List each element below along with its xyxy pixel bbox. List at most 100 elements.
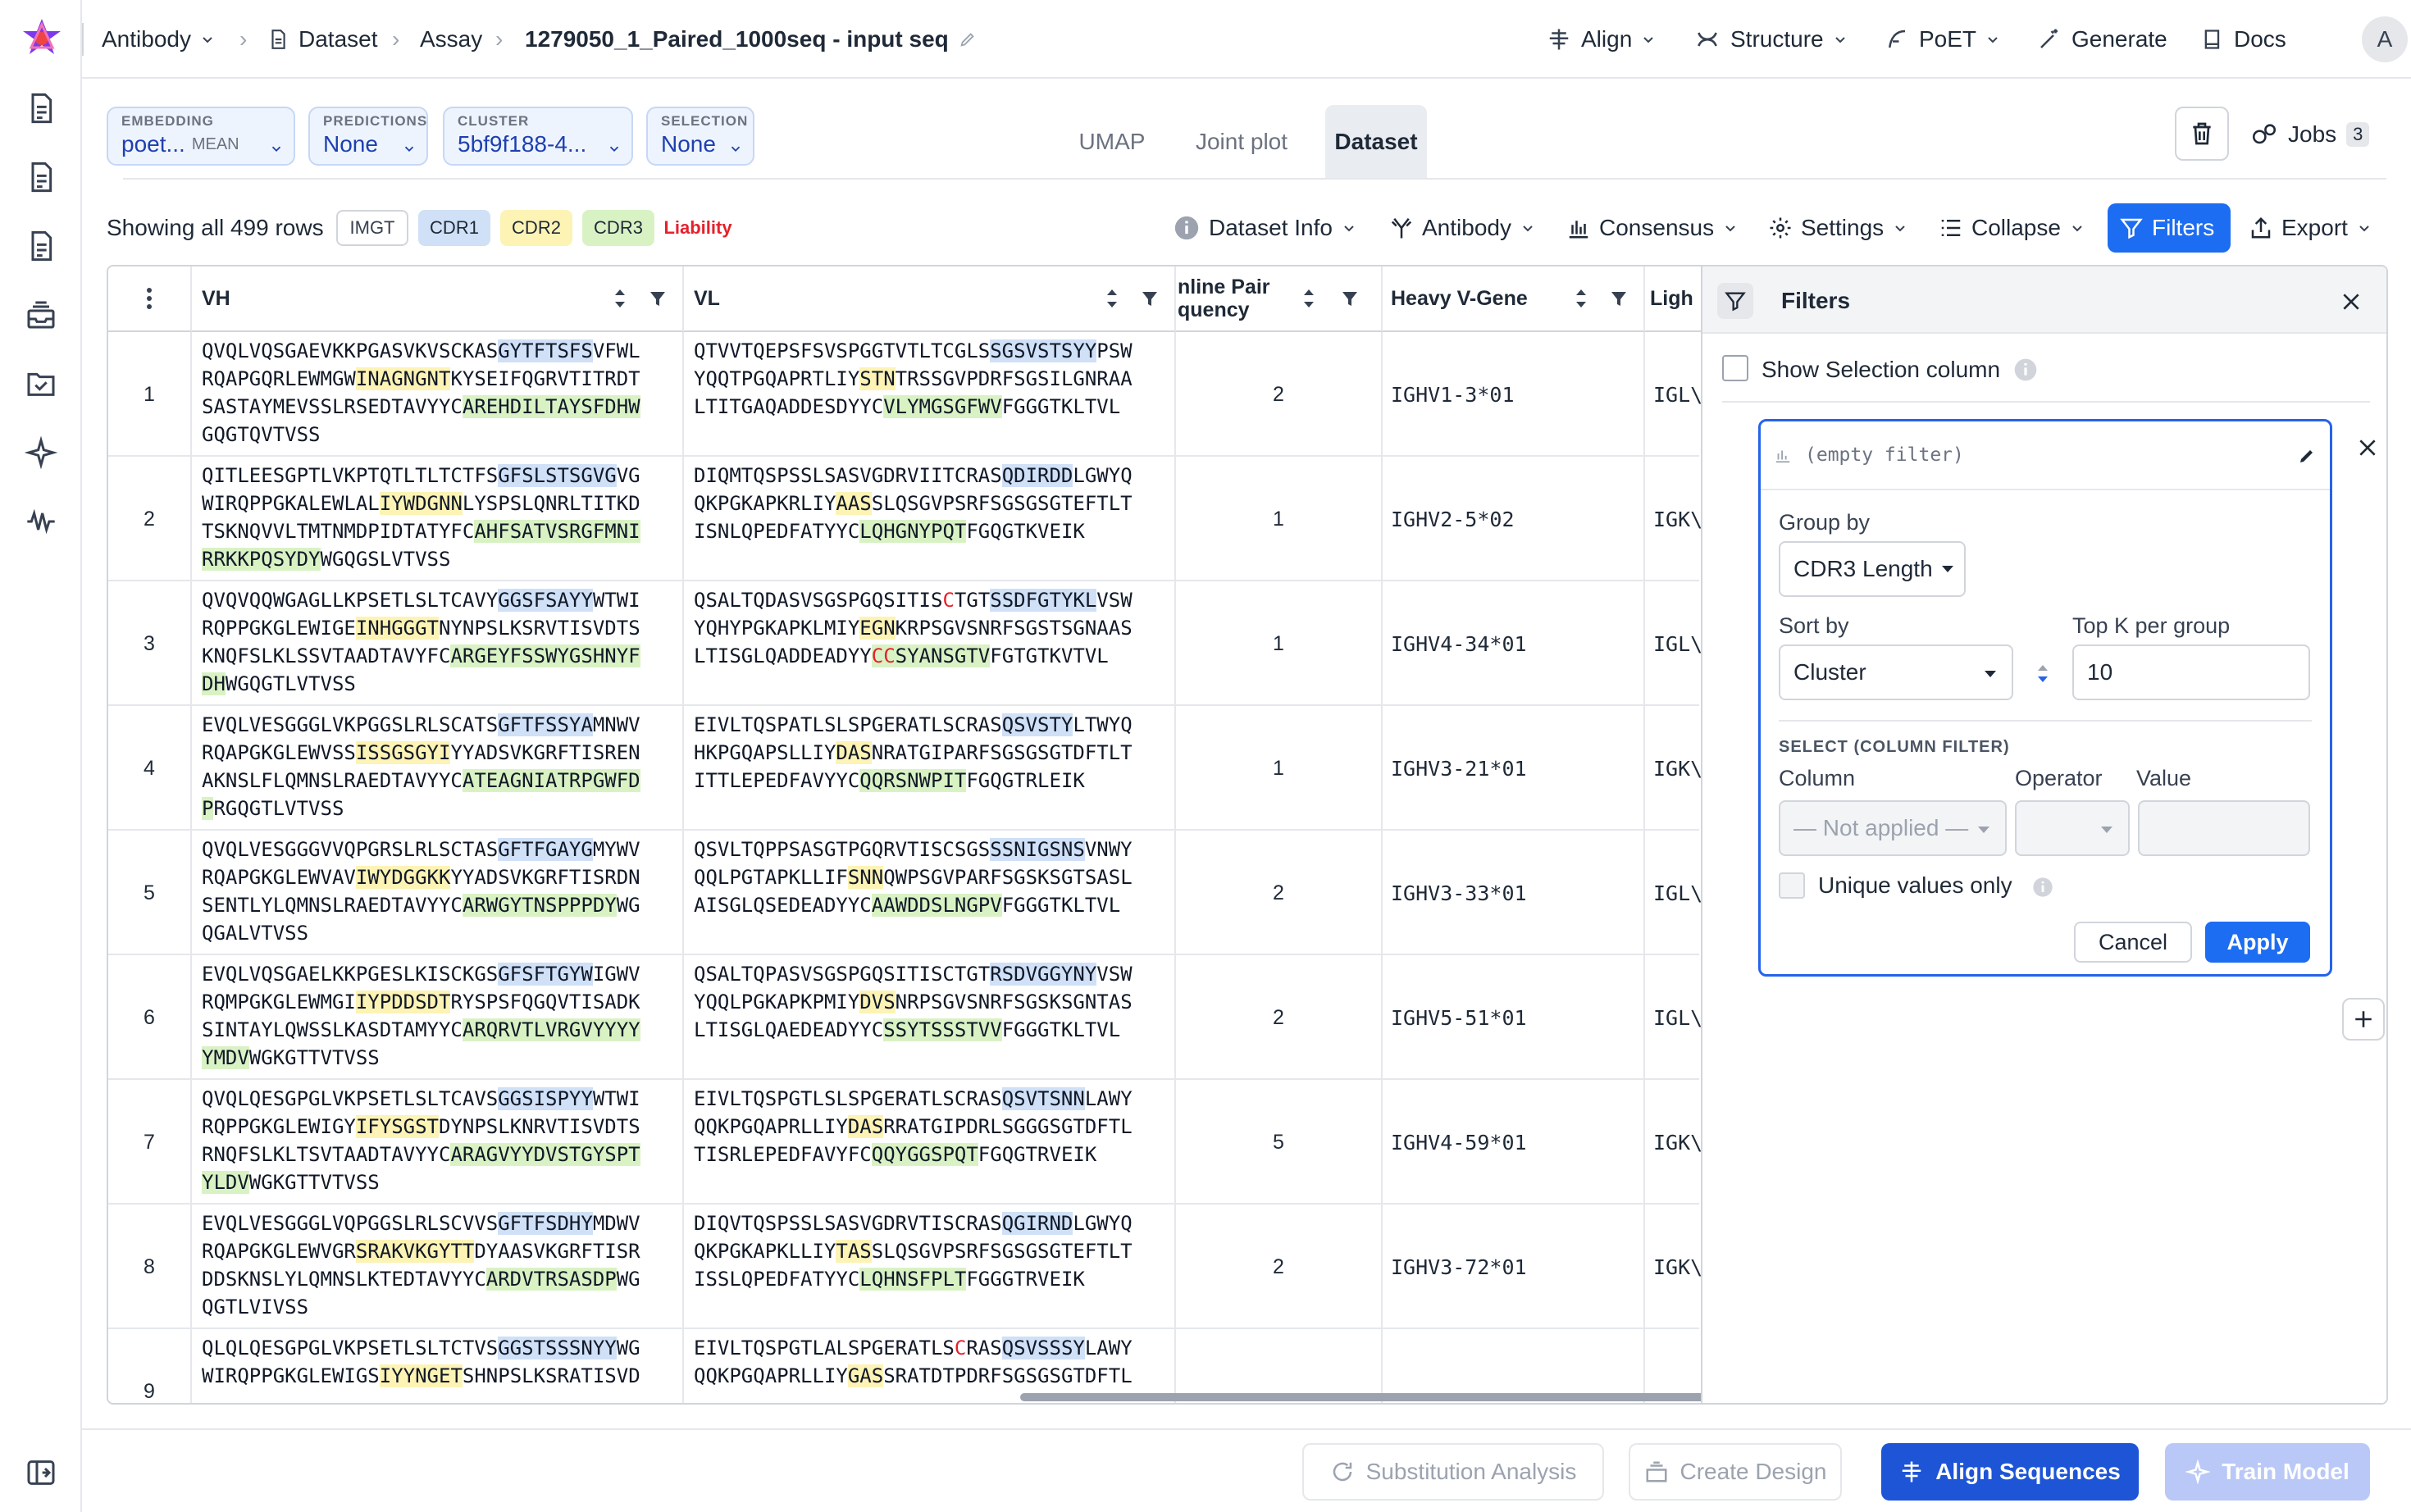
cell-vh[interactable]: EVQLVESGGGLVKPGGSLRLSCATSGFTFSSYAMNWV RQA… [192,706,684,831]
cell-heavy-v-gene[interactable]: IGHV3-72*01 [1383,1205,1645,1329]
cell-heavy-v-gene[interactable]: IGHV5-51*01 [1383,955,1645,1080]
operator-select[interactable] [2015,800,2130,856]
sort-by-select[interactable]: Cluster [1779,644,2013,700]
table-row[interactable]: 2 QITLEESGPTLVKPTQTLTLTCTFSGFSLSTSGVGVG WI… [108,457,1702,581]
nav-structure[interactable]: Structure [1694,0,1858,79]
waveform-icon[interactable] [25,505,57,538]
cell-vh[interactable]: QITLEESGPTLVKPTQTLTLTCTFSGFSLSTSGVGVG WIR… [192,457,684,581]
substitution-analysis-button[interactable]: Substitution Analysis [1302,1443,1604,1501]
cell-pair-frequency[interactable]: 5 [1176,1080,1383,1205]
dataset-info-button[interactable]: Dataset Info [1173,203,1365,253]
jobs-button[interactable]: Jobs 3 [2250,95,2370,174]
breadcrumb-antibody[interactable]: Antibody [102,0,226,79]
table-row[interactable]: 4 EVQLVESGGGLVKPGGSLRLSCATSGFTFSSYAMNWV RQ… [108,706,1702,831]
sort-icon[interactable] [612,286,628,311]
breadcrumb-assay[interactable]: Assay [420,0,482,79]
cell-vh[interactable]: QVQLVQSGAEVKKPGASVKVSCKASGYTFTSFSVFWL RQA… [192,332,684,457]
unique-values-checkbox[interactable] [1779,872,1805,899]
create-design-button[interactable]: Create Design [1629,1443,1842,1501]
cell-vh[interactable]: QLQLQESGPGLVKPSETLSLTCTVSGGSTSSSNYYWG WIR… [192,1329,684,1403]
cell-vh[interactable]: QVQLQESGPGLVKPSETLSLTCAVSGGSISPYYWTWI RQP… [192,1080,684,1205]
cell-light[interactable]: IGL\ [1645,581,1702,706]
consensus-button[interactable]: Consensus [1566,203,1747,253]
table-row[interactable]: 1 QVQLVQSGAEVKKPGASVKVSCKASGYTFTSFSVFWL RQ… [108,332,1702,457]
cell-heavy-v-gene[interactable]: IGHV4-59*01 [1383,1080,1645,1205]
delete-button[interactable] [2175,107,2229,161]
cell-vl[interactable]: QSVLTQPPSASGTPGQRVTISCSGSSSNIGSNSVNWY QQL… [684,831,1176,955]
sort-icon[interactable] [1104,286,1120,311]
header-heavy-v-gene[interactable]: Heavy V-Gene [1383,266,1645,332]
align-sequences-button[interactable]: Align Sequences [1881,1443,2139,1501]
cell-vh[interactable]: EVQLVESGGGLVQPGGSLRLSCVVSGFTFSDHYMDWV RQA… [192,1205,684,1329]
row-index[interactable]: 3 [108,581,192,706]
cluster-select[interactable]: CLUSTER 5bf9f188-4... [443,107,633,166]
close-icon[interactable] [2340,291,2362,312]
tag-cdr1[interactable]: CDR1 [418,210,490,246]
sort-icon[interactable] [1301,286,1317,311]
cell-pair-frequency[interactable]: 1 [1176,706,1383,831]
selection-select[interactable]: SELECTION None [646,107,754,166]
pencil-icon[interactable] [2297,446,2317,466]
folder-check-icon[interactable] [25,367,57,400]
cell-vl[interactable]: QSALTQPASVSGSPGQSITISCTGTRSDVGGYNYVSW YQQ… [684,955,1176,1080]
breadcrumb-dataset[interactable]: Dataset [267,0,378,79]
row-index[interactable]: 1 [108,332,192,457]
tag-cdr3[interactable]: CDR3 [582,210,654,246]
row-index[interactable]: 8 [108,1205,192,1329]
nav-align[interactable]: Align [1547,0,1666,79]
cell-vl[interactable]: QTVVTQEPSFSVSPGGTVTLTCGLSSGSVSTSYYPSW YQQ… [684,332,1176,457]
cell-pair-frequency[interactable]: 2 [1176,332,1383,457]
apply-button[interactable]: Apply [2205,922,2310,963]
cell-light[interactable]: IGL\ [1645,332,1702,457]
cell-light[interactable]: IGK\ [1645,1080,1702,1205]
cell-pair-frequency[interactable]: 1 [1176,457,1383,581]
row-index[interactable]: 9 [108,1329,192,1403]
nav-poet[interactable]: PoET [1885,0,2011,79]
filter-icon[interactable] [1140,286,1160,311]
train-model-button[interactable]: Train Model [2165,1443,2370,1501]
filter-icon[interactable] [648,286,668,311]
add-filter-button[interactable] [2342,998,2385,1041]
row-index[interactable]: 6 [108,955,192,1080]
value-input[interactable] [2138,800,2310,856]
cell-pair-frequency[interactable]: 1 [1176,581,1383,706]
row-index[interactable]: 7 [108,1080,192,1205]
tag-liability[interactable]: Liability [661,210,735,246]
tag-cdr2[interactable]: CDR2 [500,210,572,246]
info-icon[interactable] [2012,357,2039,383]
document-icon[interactable] [25,230,57,262]
table-row[interactable]: 6 EVQLVQSGAELKKPGESLKISCKGSGFSFTGYWIGWV RQ… [108,955,1702,1080]
table-row[interactable]: 7 QVQLQESGPGLVKPSETLSLTCAVSGGSISPYYWTWI RQ… [108,1080,1702,1205]
cell-heavy-v-gene[interactable]: IGHV4-34*01 [1383,581,1645,706]
embedding-select[interactable]: EMBEDDING poet... MEAN [107,107,295,166]
antibody-button[interactable]: Antibody [1389,203,1544,253]
cell-vh[interactable]: QVQLVESGGGVVQPGRSLRLSCTASGFTFGAYGMYWV RQA… [192,831,684,955]
cell-vh[interactable]: EVQLVQSGAELKKPGESLKISCKGSGFSFTGYWIGWV RQM… [192,955,684,1080]
cancel-button[interactable]: Cancel [2074,922,2192,963]
horizontal-scrollbar[interactable] [1020,1393,1807,1401]
document-icon[interactable] [25,92,57,125]
cell-vh[interactable]: QVQVQQWGAGLLKPSETLSLTCAVYGGSFSAYYWTWI RQP… [192,581,684,706]
cell-light[interactable]: IGK\ [1645,706,1702,831]
column-select[interactable]: — Not applied — [1779,800,2007,856]
cell-vl[interactable]: DIQMTQSPSSLSASVGDRVIITCRASQDIRDDLGWYQ QKP… [684,457,1176,581]
show-selection-checkbox[interactable] [1722,355,1748,381]
filter-icon[interactable] [1340,286,1360,311]
cell-heavy-v-gene[interactable]: IGHV1-3*01 [1383,332,1645,457]
group-by-select[interactable]: CDR3 Length [1779,541,1966,597]
row-index[interactable]: 5 [108,831,192,955]
sort-direction-icon[interactable] [2035,659,2051,687]
filters-button[interactable]: Filters [2108,203,2231,253]
cell-heavy-v-gene[interactable]: IGHV3-33*01 [1383,831,1645,955]
filter-icon[interactable] [1609,286,1629,311]
remove-filter-icon[interactable] [2357,437,2378,458]
avatar[interactable]: A [2362,16,2408,62]
cell-light[interactable]: IGL\ [1645,831,1702,955]
app-logo-icon[interactable] [20,16,64,61]
tag-imgt[interactable]: IMGT [336,210,408,246]
cell-light[interactable]: IGK\ [1645,457,1702,581]
cell-vl[interactable]: DIQVTQSPSSLSASVGDRVTISCRASQGIRNDLGWYQ QKP… [684,1205,1176,1329]
column-menu-button[interactable] [108,266,192,332]
nav-generate[interactable]: Generate [2037,0,2167,79]
cell-pair-frequency[interactable]: 2 [1176,955,1383,1080]
